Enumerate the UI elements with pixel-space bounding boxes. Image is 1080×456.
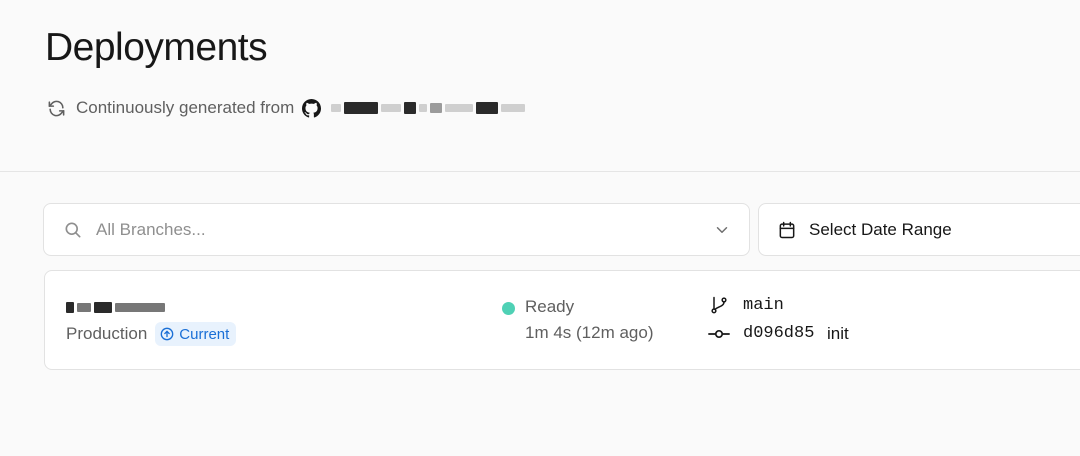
branch-search-input[interactable] <box>96 204 713 255</box>
branch-name[interactable]: main <box>743 296 784 315</box>
deployment-row[interactable]: Production Current Ready 1m 4s (12m ago)… <box>44 270 1080 370</box>
refresh-icon <box>48 100 65 116</box>
github-icon <box>302 98 322 118</box>
deployment-id-redacted[interactable] <box>66 299 165 315</box>
page-header: Deployments Continuously generated from <box>0 0 1080 172</box>
repository-name-redacted[interactable] <box>331 98 526 118</box>
date-range-label: Select Date Range <box>809 219 952 239</box>
source-prefix-text: Continuously generated from <box>76 98 295 117</box>
chevron-down-icon[interactable] <box>713 221 731 239</box>
commit-message[interactable]: init <box>827 324 849 344</box>
commit-hash[interactable]: d096d85 <box>743 324 814 343</box>
page-title: Deployments <box>45 26 268 69</box>
git-branch-icon <box>711 296 727 314</box>
source-info: Continuously generated from <box>47 96 526 120</box>
git-commit-icon <box>708 329 730 339</box>
status-dot-icon <box>502 302 515 315</box>
current-badge: Current <box>155 322 237 346</box>
environment-row: Production Current <box>66 321 237 347</box>
date-range-button[interactable]: Select Date Range <box>758 203 1080 256</box>
calendar-icon <box>779 221 795 238</box>
branch-filter[interactable] <box>43 203 750 256</box>
environment-label: Production <box>66 324 148 343</box>
search-icon <box>65 222 81 237</box>
arrow-up-circle-icon <box>160 327 174 341</box>
duration-label: 1m 4s (12m ago) <box>525 323 654 342</box>
status-label: Ready <box>525 297 575 316</box>
current-badge-label: Current <box>179 325 230 343</box>
